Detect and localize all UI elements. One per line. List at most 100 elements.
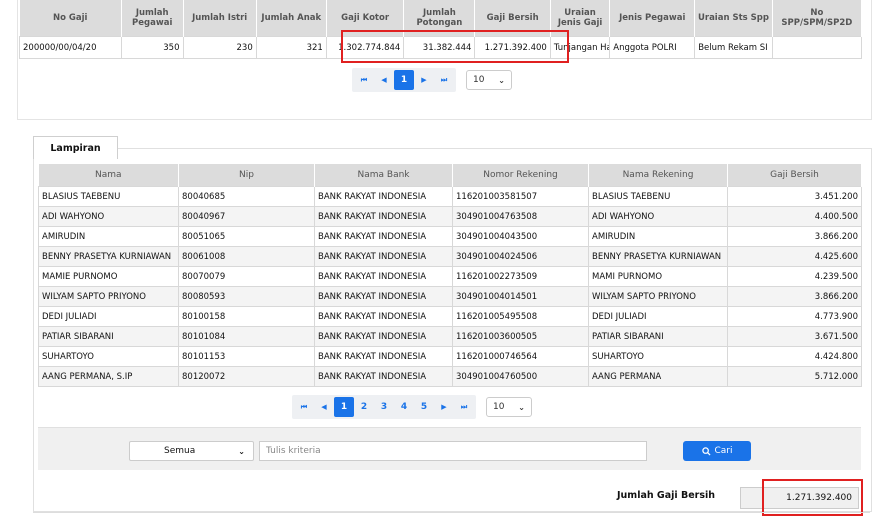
search-button[interactable]: Cari (683, 441, 751, 461)
cell-nama-rekening: BLASIUS TAEBENU (588, 186, 728, 207)
col-header[interactable]: Uraian Sts Spp (694, 0, 773, 37)
chevron-down-icon: ⌄ (498, 75, 505, 85)
first-page-button[interactable]: ⏮ (294, 397, 314, 417)
col-header-nama-rekening[interactable]: Nama Rekening (588, 164, 728, 187)
cell-nama: DEDI JULIADI (38, 306, 179, 327)
cell-nama-rekening: AANG PERMANA (588, 366, 728, 387)
lampiran-header-row: Nama Nip Nama Bank Nomor Rekening Nama R… (38, 164, 862, 187)
cell-nama-bank: BANK RAKYAT INDONESIA (314, 346, 453, 367)
cell-nama-bank: BANK RAKYAT INDONESIA (314, 306, 453, 327)
col-header-nama[interactable]: Nama (38, 164, 179, 187)
table-row[interactable]: ADI WAHYONO 80040967 BANK RAKYAT INDONESIA… (38, 206, 862, 227)
prev-page-button[interactable]: ◀ (374, 70, 394, 90)
cell-nomor-rekening: 304901004763508 (452, 206, 589, 227)
cell-nama-rekening: ADI WAHYONO (588, 206, 728, 227)
cell-nama-bank: BANK RAKYAT INDONESIA (314, 226, 453, 247)
cell-nip: 80101084 (178, 326, 315, 347)
cell-jenis-pegawai: Anggota POLRI (609, 36, 696, 59)
prev-page-button[interactable]: ◀ (314, 397, 334, 417)
highlight-box (341, 30, 569, 63)
table-row[interactable]: PATIAR SIBARANI 80101084 BANK RAKYAT INDON… (38, 326, 862, 347)
last-page-button[interactable]: ⏭ (434, 70, 454, 90)
cell-gaji-bersih: 4.239.500 (727, 266, 862, 287)
cell-nomor-rekening: 304901004024506 (452, 246, 589, 267)
table-row[interactable]: BENNY PRASETYA KURNIAWAN 80061008 BANK RAK… (38, 246, 862, 267)
cell-nama: SUHARTOYO (38, 346, 179, 367)
col-header[interactable]: Jumlah Istri (183, 0, 257, 37)
cell-nomor-rekening: 116201002273509 (452, 266, 589, 287)
first-page-button[interactable]: ⏮ (354, 70, 374, 90)
lampiran-pagination: ⏮ ◀ 1 2 3 4 5 ▶ ⏭ 10 ⌄ (292, 395, 532, 419)
chevron-down-icon: ⌄ (238, 446, 245, 456)
search-icon (701, 446, 711, 456)
col-header-gaji-bersih[interactable]: Gaji Bersih (727, 164, 862, 187)
cell-gaji-bersih: 3.451.200 (727, 186, 862, 207)
lampiran-table: Nama Nip Nama Bank Nomor Rekening Nama R… (38, 164, 862, 387)
col-header[interactable]: No SPP/SPM/SP2D (772, 0, 863, 37)
cell-nama: ADI WAHYONO (38, 206, 179, 227)
search-input[interactable]: Tulis kriteria (259, 441, 647, 461)
page-button-1[interactable]: 1 (334, 397, 354, 417)
cell-nip: 80100158 (178, 306, 315, 327)
last-page-button[interactable]: ⏭ (454, 397, 474, 417)
table-row[interactable]: WILYAM SAPTO PRIYONO 80080593 BANK RAKYAT … (38, 286, 862, 307)
page-size-select[interactable]: 10 ⌄ (466, 70, 512, 90)
cell-nama-rekening: SUHARTOYO (588, 346, 728, 367)
cell-nip: 80040685 (178, 186, 315, 207)
cell-nomor-rekening: 116201003600505 (452, 326, 589, 347)
col-header-nama-bank[interactable]: Nama Bank (314, 164, 453, 187)
cell-gaji-bersih: 3.671.500 (727, 326, 862, 347)
cell-no-gaji: 200000/00/04/20 (19, 36, 122, 59)
page-button-5[interactable]: 5 (414, 397, 434, 417)
table-row[interactable]: DEDI JULIADI 80100158 BANK RAKYAT INDONESI… (38, 306, 862, 327)
table-row[interactable]: BLASIUS TAEBENU 80040685 BANK RAKYAT INDON… (38, 186, 862, 207)
table-row[interactable]: AANG PERMANA, S.IP 80120072 BANK RAKYAT IN… (38, 366, 862, 387)
cell-gaji-bersih: 4.400.500 (727, 206, 862, 227)
filter-select[interactable]: Semua ⌄ (129, 441, 254, 461)
table-row[interactable]: AMIRUDIN 80051065 BANK RAKYAT INDONESIA 304… (38, 226, 862, 247)
cell-nama: PATIAR SIBARANI (38, 326, 179, 347)
next-page-button[interactable]: ▶ (434, 397, 454, 417)
cell-nama-bank: BANK RAKYAT INDONESIA (314, 326, 453, 347)
cell-nama: BENNY PRASETYA KURNIAWAN (38, 246, 179, 267)
cell-gaji-bersih: 3.866.200 (727, 286, 862, 307)
chevron-down-icon: ⌄ (518, 402, 525, 412)
cell-nama-bank: BANK RAKYAT INDONESIA (314, 286, 453, 307)
table-row[interactable]: SUHARTOYO 80101153 BANK RAKYAT INDONESIA 11… (38, 346, 862, 367)
highlight-box (762, 479, 863, 516)
col-header[interactable]: Jenis Pegawai (609, 0, 696, 37)
page-button-4[interactable]: 4 (394, 397, 414, 417)
cell-nama: AANG PERMANA, S.IP (38, 366, 179, 387)
cell-nip: 80070079 (178, 266, 315, 287)
cell-nomor-rekening: 304901004014501 (452, 286, 589, 307)
col-header-nip[interactable]: Nip (178, 164, 315, 187)
cell-jumlah-istri: 230 (182, 36, 257, 59)
cell-nama-rekening: DEDI JULIADI (588, 306, 728, 327)
col-header[interactable]: Jumlah Pegawai (121, 0, 184, 37)
cell-nip: 80120072 (178, 366, 315, 387)
page-size-value: 10 (473, 75, 485, 85)
cell-nomor-rekening: 304901004043500 (452, 226, 589, 247)
top-pagination: ⏮ ◀ 1 ▶ ⏭ 10 ⌄ (352, 68, 512, 92)
lampiran-tab[interactable]: Lampiran (33, 136, 118, 159)
cell-nama-rekening: MAMI PURNOMO (588, 266, 728, 287)
cell-gaji-bersih: 4.773.900 (727, 306, 862, 327)
page-button-3[interactable]: 3 (374, 397, 394, 417)
cell-jumlah-anak: 321 (255, 36, 327, 59)
col-header[interactable]: Jumlah Anak (256, 0, 327, 37)
next-page-button[interactable]: ▶ (414, 70, 434, 90)
cell-gaji-bersih: 4.425.600 (727, 246, 862, 267)
page-button-2[interactable]: 2 (354, 397, 374, 417)
page-size-select[interactable]: 10 ⌄ (486, 397, 532, 417)
cell-nomor-rekening: 304901004760500 (452, 366, 589, 387)
col-header-nomor-rekening[interactable]: Nomor Rekening (452, 164, 589, 187)
page-button[interactable]: 1 (394, 70, 414, 90)
cell-nama-bank: BANK RAKYAT INDONESIA (314, 266, 453, 287)
cell-nip: 80040967 (178, 206, 315, 227)
cell-nama-rekening: PATIAR SIBARANI (588, 326, 728, 347)
col-header[interactable]: No Gaji (19, 0, 122, 37)
cell-gaji-bersih: 4.424.800 (727, 346, 862, 367)
table-row[interactable]: MAMIE PURNOMO 80070079 BANK RAKYAT INDONES… (38, 266, 862, 287)
cell-nama: WILYAM SAPTO PRIYONO (38, 286, 179, 307)
cell-uraian-sts-spp: Belum Rekam SI (694, 36, 773, 59)
